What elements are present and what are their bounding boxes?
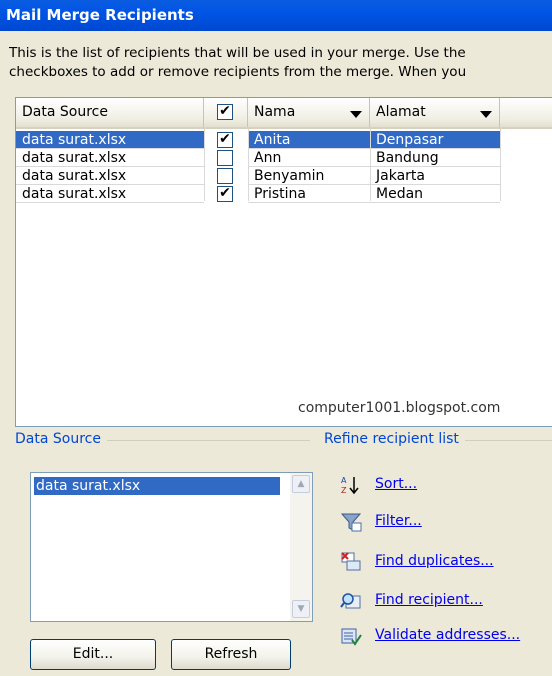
header-check-mark: ✔ [219, 103, 231, 119]
data-source-scrollbar[interactable]: ▲ ▼ [290, 473, 312, 621]
row-source-cell: data surat.xlsx [16, 131, 204, 149]
edit-button[interactable]: Edit... [30, 639, 156, 670]
row-check-mark: ✔ [219, 131, 231, 147]
column-header-nama-label: Nama [254, 104, 296, 120]
row-address: Jakarta [376, 168, 425, 184]
watermark-text: computer1001.blogspot.com [298, 400, 501, 416]
row-name-cell: Benyamin [248, 167, 370, 185]
row-address: Denpasar [376, 132, 444, 148]
row-source: data surat.xlsx [22, 186, 127, 202]
data-source-item-label: data surat.xlsx [36, 478, 141, 494]
row-address: Bandung [376, 150, 439, 166]
validate-addresses-icon [340, 625, 362, 647]
column-header-alamat[interactable]: Alamat [370, 98, 500, 127]
data-source-list-item[interactable]: data surat.xlsx [34, 477, 280, 495]
description-line-1: This is the list of recipients that will… [9, 45, 466, 61]
row-check-mark: ✔ [219, 185, 231, 201]
row-address-cell: Medan [370, 185, 500, 203]
row-name: Pristina [254, 186, 306, 202]
column-header-alamat-label: Alamat [376, 104, 426, 120]
table-row[interactable]: data surat.xlsx Ann Bandung [16, 149, 552, 167]
column-header-checkbox[interactable]: ✔ [204, 98, 248, 127]
description-text: This is the list of recipients that will… [9, 44, 552, 82]
nama-dropdown-arrow-icon[interactable] [350, 111, 362, 118]
row-source-cell: data surat.xlsx [16, 149, 204, 167]
row-checkbox[interactable] [217, 150, 233, 166]
recipients-grid[interactable]: Data Source ✔ Nama Alamat data surat.xls… [15, 97, 552, 427]
row-source: data surat.xlsx [22, 168, 127, 184]
svg-text:A: A [341, 476, 347, 485]
row-address-cell: Denpasar [370, 131, 500, 149]
validate-addresses-link[interactable]: Validate addresses... [375, 627, 520, 643]
row-source-cell: data surat.xlsx [16, 167, 204, 185]
row-name-cell: Ann [248, 149, 370, 167]
refine-group-label: Refine recipient list [324, 431, 465, 447]
row-name-cell: Anita [248, 131, 370, 149]
row-source: data surat.xlsx [22, 150, 127, 166]
data-source-list[interactable]: data surat.xlsx ▲ ▼ [30, 472, 313, 622]
alamat-dropdown-arrow-icon[interactable] [480, 111, 492, 118]
table-row[interactable]: data surat.xlsx ✔ Pristina Medan [16, 185, 552, 203]
scroll-down-icon[interactable]: ▼ [292, 600, 310, 618]
row-checkbox[interactable] [217, 168, 233, 184]
filter-link[interactable]: Filter... [375, 513, 422, 529]
scroll-up-icon[interactable]: ▲ [292, 475, 310, 493]
filter-funnel-icon [340, 511, 362, 533]
row-name: Anita [254, 132, 291, 148]
row-address-cell: Bandung [370, 149, 500, 167]
refresh-button-label: Refresh [204, 646, 258, 662]
table-row[interactable]: data surat.xlsx ✔ Anita Denpasar [16, 131, 552, 149]
grid-divider [204, 129, 205, 201]
find-recipient-link[interactable]: Find recipient... [375, 592, 483, 608]
column-header-nama[interactable]: Nama [248, 98, 370, 127]
grid-divider [248, 129, 249, 201]
title-bar[interactable]: Mail Merge Recipients [0, 0, 552, 31]
row-source-cell: data surat.xlsx [16, 185, 204, 203]
grid-divider [370, 129, 371, 201]
row-source: data surat.xlsx [22, 132, 127, 148]
row-checkbox[interactable]: ✔ [217, 186, 233, 202]
find-duplicates-link[interactable]: Find duplicates... [375, 553, 494, 569]
column-header-data-source-label: Data Source [22, 104, 108, 120]
column-header-data-source[interactable]: Data Source [16, 98, 204, 127]
edit-button-label: Edit... [72, 646, 114, 662]
row-name-cell: Pristina [248, 185, 370, 203]
row-name: Ann [254, 150, 282, 166]
find-duplicates-icon [340, 551, 362, 573]
grid-header: Data Source ✔ Nama Alamat [16, 98, 552, 129]
mail-merge-dialog: Mail Merge Recipients This is the list o… [0, 0, 552, 676]
row-address-cell: Jakarta [370, 167, 500, 185]
description-line-2: checkboxes to add or remove recipients f… [9, 64, 467, 80]
grid-divider [500, 129, 501, 201]
row-checkbox[interactable]: ✔ [217, 132, 233, 148]
find-recipient-icon [340, 590, 362, 612]
header-select-all-checkbox[interactable]: ✔ [217, 104, 233, 120]
sort-az-icon: A Z [340, 474, 362, 496]
sort-link[interactable]: Sort... [375, 476, 417, 492]
refresh-button[interactable]: Refresh [171, 639, 291, 670]
data-source-group-label: Data Source [15, 431, 107, 447]
window-title: Mail Merge Recipients [6, 6, 194, 24]
row-name: Benyamin [254, 168, 325, 184]
row-address: Medan [376, 186, 424, 202]
svg-text:Z: Z [341, 486, 347, 495]
table-row[interactable]: data surat.xlsx Benyamin Jakarta [16, 167, 552, 185]
